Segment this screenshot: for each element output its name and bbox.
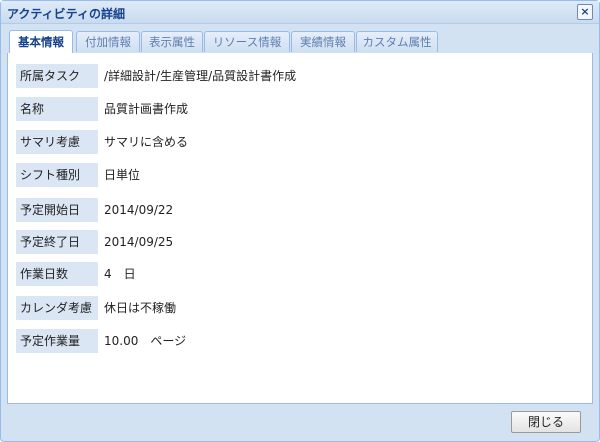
field-value: 4 日 [104,267,136,281]
tab-additional-info[interactable]: 付加情報 [76,31,140,52]
close-icon[interactable]: × [577,4,593,20]
field-value: サマリに含める [104,135,189,149]
field-value: 日単位 [104,168,141,182]
dialog-footer: 閉じる [1,405,599,441]
tab-strip: 基本情報 付加情報 表示属性 リソース情報 実績情報 カスタム属性 [7,27,593,54]
tab-resource-info[interactable]: リソース情報 [204,31,290,52]
field-label: 作業日数 [16,262,98,286]
title-bar[interactable]: アクティビティの詳細 × [1,1,599,24]
field-label: サマリ考慮 [16,130,98,154]
field-label: 所属タスク [16,64,98,88]
dialog-title: アクティビティの詳細 [7,7,125,21]
field-label: カレンダ考慮 [16,296,98,320]
field-label: 予定開始日 [16,198,98,222]
tab-basic-info[interactable]: 基本情報 [9,30,73,54]
tab-custom-attributes[interactable]: カスタム属性 [356,31,438,52]
activity-detail-dialog: アクティビティの詳細 × 基本情報 付加情報 表示属性 リソース情報 実績情報 … [0,0,600,442]
field-label: 予定終了日 [16,230,98,254]
field-value: 休日は不稼働 [104,301,177,315]
field-label: 予定作業量 [16,329,98,353]
field-label: 名称 [16,97,98,121]
field-value: 品質計画書作成 [104,102,189,116]
close-button[interactable]: 閉じる [511,411,581,433]
field-value: 2014/09/22 [104,203,174,217]
field-value: /詳細設計/生産管理/品質設計書作成 [104,69,297,83]
basic-info-panel: 所属タスク /詳細設計/生産管理/品質設計書作成 名称 品質計画書作成 サマリ考… [7,53,593,404]
tab-actual-info[interactable]: 実績情報 [291,31,355,52]
field-value: 10.00 ページ [104,334,187,348]
field-label: シフト種別 [16,163,98,187]
tab-display-attributes[interactable]: 表示属性 [141,31,203,52]
field-value: 2014/09/25 [104,235,174,249]
